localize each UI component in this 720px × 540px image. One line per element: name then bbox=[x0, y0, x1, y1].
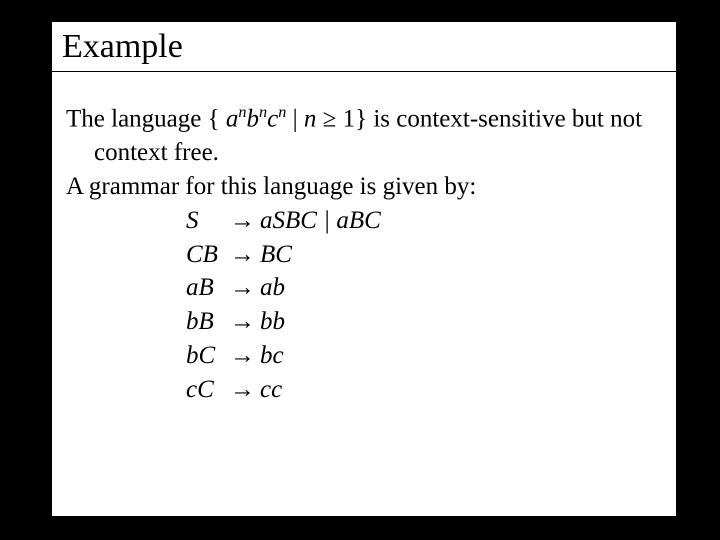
rule-arrow-icon: → bbox=[230, 339, 260, 373]
slide-title: Example bbox=[52, 22, 676, 72]
intro-paragraph: The language { anbncn | n ≥ 1} is contex… bbox=[66, 102, 658, 170]
slide-body: The language { anbncn | n ≥ 1} is contex… bbox=[52, 72, 676, 416]
rule-arrow-icon: → bbox=[230, 238, 260, 272]
intro-nvar: n bbox=[304, 106, 317, 133]
rule-arrow-icon: → bbox=[230, 373, 260, 407]
rule-lhs: bC bbox=[186, 339, 230, 373]
rule-row: CB→BC bbox=[186, 238, 658, 272]
rule-arrow-icon: → bbox=[230, 305, 260, 339]
rule-rhs: aSBC | aBC bbox=[260, 207, 381, 234]
rule-lhs: CB bbox=[186, 238, 230, 272]
rule-row: cC→cc bbox=[186, 373, 658, 407]
rule-lhs: cC bbox=[186, 373, 230, 407]
rule-rhs: cc bbox=[260, 376, 282, 403]
rule-rhs: BC bbox=[260, 241, 292, 268]
rule-row: bB→bb bbox=[186, 305, 658, 339]
intro-ge: ≥ 1} bbox=[316, 106, 373, 133]
rule-row: aB→ab bbox=[186, 271, 658, 305]
rule-arrow-icon: → bbox=[230, 271, 260, 305]
rule-rhs: bc bbox=[260, 342, 284, 369]
rule-rhs: ab bbox=[260, 274, 285, 301]
rule-row: bC→bc bbox=[186, 339, 658, 373]
line-grammar: A grammar for this language is given by: bbox=[66, 170, 658, 204]
intro-bar: | bbox=[286, 106, 304, 133]
intro-c: c bbox=[267, 106, 278, 133]
slide-frame: Example The language { anbncn | n ≥ 1} i… bbox=[50, 20, 678, 518]
intro-exp-n2: n bbox=[259, 103, 267, 121]
rule-rhs: bb bbox=[260, 308, 285, 335]
rule-arrow-icon: → bbox=[230, 204, 260, 238]
rule-lhs: bB bbox=[186, 305, 230, 339]
grammar-rules: S→aSBC | aBC CB→BC aB→ab bB→bb bC→bc cC→… bbox=[66, 204, 658, 407]
intro-pre: The language { bbox=[66, 106, 226, 133]
rule-row: S→aSBC | aBC bbox=[186, 204, 658, 238]
rule-lhs: aB bbox=[186, 271, 230, 305]
intro-b: b bbox=[246, 106, 259, 133]
rule-lhs: S bbox=[186, 204, 230, 238]
intro-a: a bbox=[226, 106, 239, 133]
